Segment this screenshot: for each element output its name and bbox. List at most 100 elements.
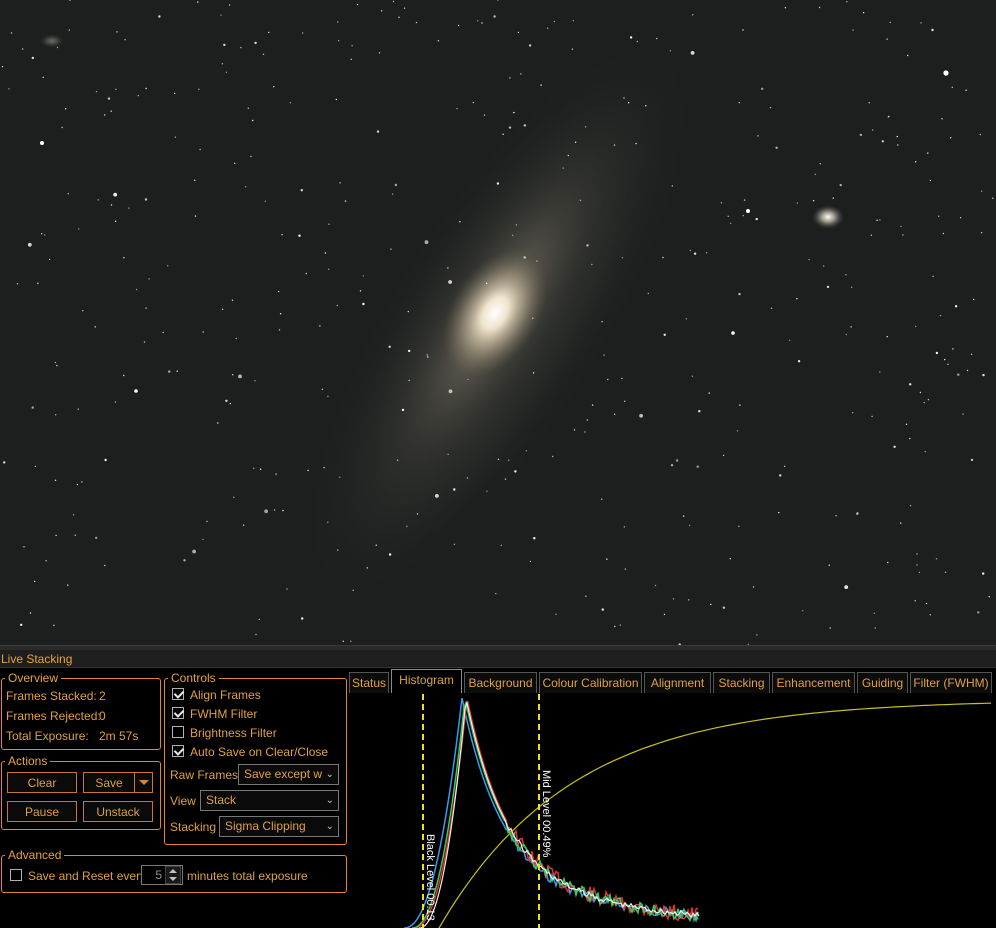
star <box>907 54 909 57</box>
tab-histogram[interactable]: Histogram <box>391 669 462 693</box>
star <box>509 77 511 79</box>
chevron-down-icon <box>138 780 149 785</box>
minutes-spinner[interactable]: 5 <box>141 865 183 885</box>
star <box>965 89 967 91</box>
star <box>437 40 440 42</box>
star <box>301 617 304 620</box>
star <box>298 234 301 237</box>
save-reset-checkbox[interactable] <box>10 869 22 881</box>
spinner-arrows-icon[interactable] <box>165 866 181 884</box>
brightness-filter-checkbox[interactable] <box>172 726 184 738</box>
star <box>339 182 341 184</box>
view-label: View <box>170 794 196 808</box>
tab-colour-calibration[interactable]: Colour Calibration <box>539 672 642 693</box>
align-frames-checkbox[interactable] <box>172 688 184 700</box>
tab-status[interactable]: Status <box>349 672 389 693</box>
frames-stacked-label: Frames Stacked: <box>6 689 97 703</box>
star <box>124 39 126 41</box>
star <box>796 202 798 204</box>
star <box>523 124 526 127</box>
star <box>769 106 772 109</box>
star <box>278 329 281 331</box>
star <box>932 275 934 277</box>
star <box>845 274 847 276</box>
star <box>104 564 106 567</box>
star <box>688 524 691 527</box>
star <box>931 28 934 32</box>
star <box>225 399 228 402</box>
star <box>235 337 237 340</box>
tab-background[interactable]: Background <box>464 672 537 693</box>
star <box>264 200 267 202</box>
stacked-image-view[interactable] <box>0 0 996 645</box>
star <box>812 200 815 202</box>
pause-button[interactable]: Pause <box>7 801 77 822</box>
stacking-select[interactable]: Sigma Clipping ⌄ <box>219 816 339 837</box>
star <box>221 63 224 65</box>
star <box>925 602 928 605</box>
star <box>336 304 338 307</box>
histogram-view: Black Level 00.13 Mid Level 00.49% <box>349 694 996 928</box>
tab-alignment[interactable]: Alignment <box>644 672 711 693</box>
star <box>603 354 605 356</box>
star <box>78 228 80 230</box>
fwhm-filter-checkbox[interactable] <box>172 707 184 719</box>
star <box>408 379 410 382</box>
unstack-button[interactable]: Unstack <box>83 801 153 822</box>
tab-guiding[interactable]: Guiding <box>857 672 908 693</box>
tab-enhancement[interactable]: Enhancement <box>772 672 855 693</box>
star <box>862 12 865 14</box>
star <box>927 398 930 401</box>
star <box>406 525 408 527</box>
panel-title-bar: Live Stacking <box>0 650 996 668</box>
star <box>927 152 929 154</box>
star <box>144 198 148 201</box>
star <box>82 310 84 312</box>
save-button[interactable]: Save <box>83 772 135 793</box>
star <box>56 364 58 367</box>
bright-star <box>40 141 44 145</box>
star <box>850 326 852 328</box>
star <box>585 595 587 597</box>
star <box>523 256 526 259</box>
star <box>628 102 630 104</box>
star <box>601 608 604 611</box>
total-exposure-value: 2m 57s <box>99 729 139 743</box>
star <box>619 624 621 626</box>
star <box>198 88 200 91</box>
star <box>973 298 975 301</box>
star <box>68 29 71 31</box>
star <box>229 402 231 405</box>
star <box>145 307 147 309</box>
star <box>742 214 744 217</box>
star <box>962 413 964 415</box>
view-select[interactable]: Stack ⌄ <box>200 790 339 811</box>
tab-stacking[interactable]: Stacking <box>713 672 770 693</box>
auto-save-checkbox[interactable] <box>172 745 184 757</box>
star <box>116 31 118 33</box>
star <box>528 44 532 47</box>
star <box>97 199 99 201</box>
star <box>770 307 773 309</box>
tab-filter-fwhm[interactable]: Filter (FWHM) <box>910 672 992 693</box>
star <box>954 305 958 308</box>
star <box>415 21 418 24</box>
star <box>872 129 874 131</box>
raw-frames-select[interactable]: Save except w ⌄ <box>238 764 339 785</box>
star <box>457 24 460 27</box>
star <box>513 111 515 114</box>
star <box>909 437 911 440</box>
minutes-value: 5 <box>155 868 162 882</box>
star <box>500 544 502 546</box>
save-dropdown-button[interactable] <box>134 772 153 793</box>
star <box>337 549 339 551</box>
star <box>621 377 623 380</box>
star <box>982 572 985 575</box>
star <box>426 354 428 356</box>
star <box>174 136 177 138</box>
total-exposure-label: Total Exposure: <box>6 729 89 743</box>
star <box>710 603 712 606</box>
star <box>546 27 549 29</box>
star <box>504 478 507 480</box>
clear-button[interactable]: Clear <box>7 772 77 793</box>
